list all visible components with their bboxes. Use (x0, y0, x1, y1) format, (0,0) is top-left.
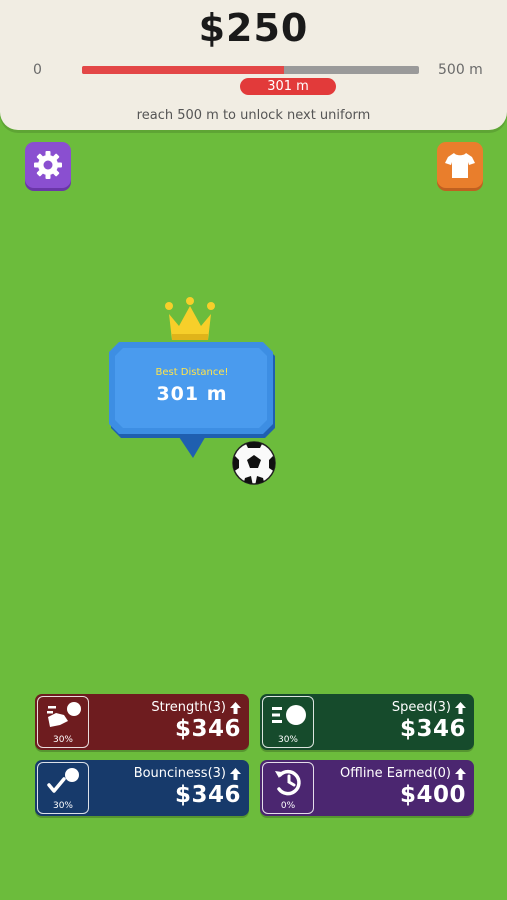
distance-progress-bar (82, 66, 419, 74)
best-distance-title: Best Distance! (155, 367, 229, 378)
upgrade-percent: 30% (52, 801, 73, 811)
upgrade-arrow-icon (230, 701, 241, 714)
upgrade-arrow-icon (455, 701, 466, 714)
uniform-button[interactable] (437, 142, 483, 188)
kick-icon (47, 702, 81, 727)
upgrade-price: $346 (174, 716, 241, 742)
upgrade-icon-box: 30% (37, 762, 89, 814)
upgrade-percent: 30% (52, 735, 73, 745)
upgrade-price: $346 (174, 782, 241, 808)
range-min-label: 0 (33, 62, 42, 78)
upgrade-label-text: Bounciness(3) (133, 766, 226, 781)
bounce-icon (47, 768, 79, 793)
upgrade-label-text: Offline Earned(0) (340, 766, 451, 781)
upgrade-offline-card[interactable]: 0% Offline Earned(0) $400 (260, 760, 474, 816)
upgrade-label: Bounciness(3) (134, 766, 241, 781)
upgrade-speed-card[interactable]: 30% Speed(3) $346 (260, 694, 474, 750)
upgrade-label: Speed(3) (392, 700, 466, 715)
speed-ball-icon (272, 705, 306, 725)
upgrade-label-text: Speed(3) (391, 700, 451, 715)
upgrade-percent: 0% (280, 801, 296, 811)
range-max-label: 500 m (438, 62, 483, 78)
upgrade-arrow-icon (230, 767, 241, 780)
upgrade-percent: 30% (277, 735, 298, 745)
upgrade-price: $400 (399, 782, 466, 808)
settings-button[interactable] (25, 142, 71, 188)
upgrade-icon-box: 0% (262, 762, 314, 814)
upgrade-bounciness-card[interactable]: 30% Bounciness(3) $346 (35, 760, 249, 816)
crown-icon (165, 297, 215, 340)
upgrade-icon-box: 30% (37, 696, 89, 748)
top-panel: $250 0 500 m 301 m reach 500 m to unlock… (0, 0, 507, 130)
clock-icon (275, 769, 301, 796)
best-distance-value: 301 m (156, 383, 228, 405)
upgrade-arrow-icon (455, 767, 466, 780)
current-distance-badge: 301 m (240, 78, 336, 95)
shirt-icon (445, 153, 475, 178)
upgrade-icon-box: 30% (262, 696, 314, 748)
unlock-hint: reach 500 m to unlock next uniform (136, 108, 371, 123)
upgrade-strength-card[interactable]: 30% Strength(3) $346 (35, 694, 249, 750)
upgrade-price: $346 (399, 716, 466, 742)
money-display: $250 (198, 6, 309, 50)
distance-progress-fill (82, 66, 285, 74)
upgrade-label-text: Strength(3) (151, 700, 226, 715)
upgrade-label: Strength(3) (151, 700, 241, 715)
gear-icon (34, 151, 62, 179)
soccer-ball[interactable] (231, 440, 277, 486)
upgrade-label: Offline Earned(0) (340, 766, 466, 781)
